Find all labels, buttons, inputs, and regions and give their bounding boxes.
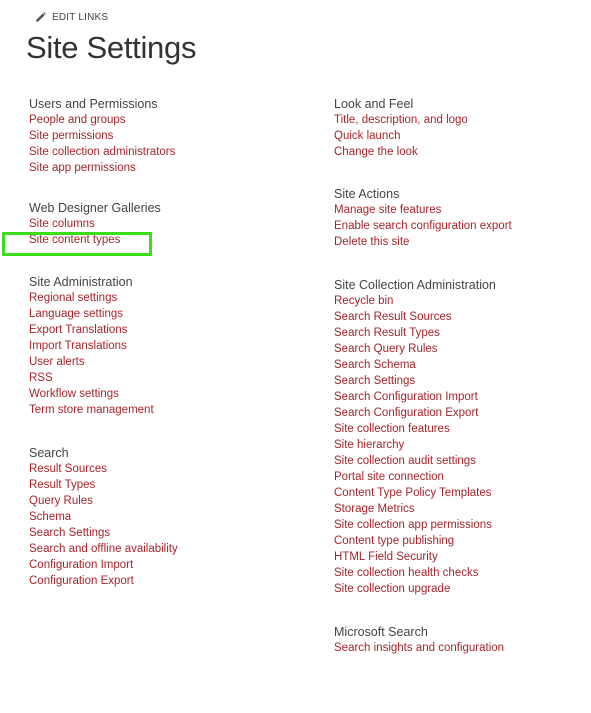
pencil-icon — [35, 12, 46, 23]
link-import-translations[interactable]: Import Translations — [29, 338, 309, 354]
group-site-administration: Site Administration Regional settings La… — [29, 274, 309, 418]
link-search-and-offline-availability[interactable]: Search and offline availability — [29, 541, 309, 557]
link-recycle-bin[interactable]: Recycle bin — [334, 293, 584, 309]
group-heading: Search — [29, 446, 69, 460]
link-schema[interactable]: Schema — [29, 509, 309, 525]
link-site-columns[interactable]: Site columns — [29, 216, 309, 232]
group-microsoft-search: Microsoft Search Search insights and con… — [334, 624, 584, 656]
group-look-and-feel: Look and Feel Title, description, and lo… — [334, 96, 584, 160]
link-html-field-security[interactable]: HTML Field Security — [334, 549, 584, 565]
link-enable-search-configuration-export[interactable]: Enable search configuration export — [334, 218, 584, 234]
group-heading: Site Collection Administration — [334, 278, 496, 292]
link-title-description-logo[interactable]: Title, description, and logo — [334, 112, 584, 128]
group-heading: Users and Permissions — [29, 97, 158, 111]
group-web-designer-galleries: Web Designer Galleries Site columns Site… — [29, 200, 309, 248]
link-site-collection-administrators[interactable]: Site collection administrators — [29, 144, 309, 160]
link-site-hierarchy[interactable]: Site hierarchy — [334, 437, 584, 453]
link-term-store-management[interactable]: Term store management — [29, 402, 309, 418]
link-change-the-look[interactable]: Change the look — [334, 144, 584, 160]
link-portal-site-connection[interactable]: Portal site connection — [334, 469, 584, 485]
group-heading: Site Administration — [29, 275, 133, 289]
link-site-collection-app-permissions[interactable]: Site collection app permissions — [334, 517, 584, 533]
link-search-schema[interactable]: Search Schema — [334, 357, 584, 373]
link-storage-metrics[interactable]: Storage Metrics — [334, 501, 584, 517]
link-manage-site-features[interactable]: Manage site features — [334, 202, 584, 218]
page-title: Site Settings — [26, 30, 197, 65]
link-rss[interactable]: RSS — [29, 370, 309, 386]
link-site-collection-upgrade[interactable]: Site collection upgrade — [334, 581, 584, 597]
link-content-type-policy-templates[interactable]: Content Type Policy Templates — [334, 485, 584, 501]
group-users-and-permissions: Users and Permissions People and groups … — [29, 96, 309, 176]
link-search-settings[interactable]: Search Settings — [29, 525, 309, 541]
edit-links-label: EDIT LINKS — [52, 12, 109, 23]
link-site-collection-features[interactable]: Site collection features — [334, 421, 584, 437]
link-export-translations[interactable]: Export Translations — [29, 322, 309, 338]
group-search: Search Result Sources Result Types Query… — [29, 445, 309, 589]
link-search-query-rules[interactable]: Search Query Rules — [334, 341, 584, 357]
link-search-configuration-import[interactable]: Search Configuration Import — [334, 389, 584, 405]
link-search-insights-and-configuration[interactable]: Search insights and configuration — [334, 640, 584, 656]
link-search-configuration-export[interactable]: Search Configuration Export — [334, 405, 584, 421]
link-workflow-settings[interactable]: Workflow settings — [29, 386, 309, 402]
link-configuration-export[interactable]: Configuration Export — [29, 573, 309, 589]
link-search-result-sources[interactable]: Search Result Sources — [334, 309, 584, 325]
group-site-collection-administration: Site Collection Administration Recycle b… — [334, 277, 584, 597]
group-heading: Look and Feel — [334, 97, 414, 111]
link-result-sources[interactable]: Result Sources — [29, 461, 309, 477]
group-heading: Web Designer Galleries — [29, 201, 161, 215]
group-site-actions: Site Actions Manage site features Enable… — [334, 186, 584, 250]
left-column: Users and Permissions People and groups … — [29, 96, 309, 613]
link-site-app-permissions[interactable]: Site app permissions — [29, 160, 309, 176]
link-site-content-types[interactable]: Site content types — [29, 232, 309, 248]
right-column: Look and Feel Title, description, and lo… — [334, 96, 584, 680]
link-site-collection-health-checks[interactable]: Site collection health checks — [334, 565, 584, 581]
link-user-alerts[interactable]: User alerts — [29, 354, 309, 370]
link-regional-settings[interactable]: Regional settings — [29, 290, 309, 306]
link-site-collection-audit-settings[interactable]: Site collection audit settings — [334, 453, 584, 469]
group-heading: Microsoft Search — [334, 625, 428, 639]
edit-links-button[interactable]: EDIT LINKS — [35, 12, 108, 23]
link-site-permissions[interactable]: Site permissions — [29, 128, 309, 144]
link-result-types[interactable]: Result Types — [29, 477, 309, 493]
group-heading: Site Actions — [334, 187, 400, 201]
link-delete-this-site[interactable]: Delete this site — [334, 234, 584, 250]
link-search-result-types[interactable]: Search Result Types — [334, 325, 584, 341]
link-search-settings-sc[interactable]: Search Settings — [334, 373, 584, 389]
link-query-rules[interactable]: Query Rules — [29, 493, 309, 509]
link-content-type-publishing[interactable]: Content type publishing — [334, 533, 584, 549]
link-configuration-import[interactable]: Configuration Import — [29, 557, 309, 573]
link-people-and-groups[interactable]: People and groups — [29, 112, 309, 128]
link-quick-launch[interactable]: Quick launch — [334, 128, 584, 144]
link-language-settings[interactable]: Language settings — [29, 306, 309, 322]
